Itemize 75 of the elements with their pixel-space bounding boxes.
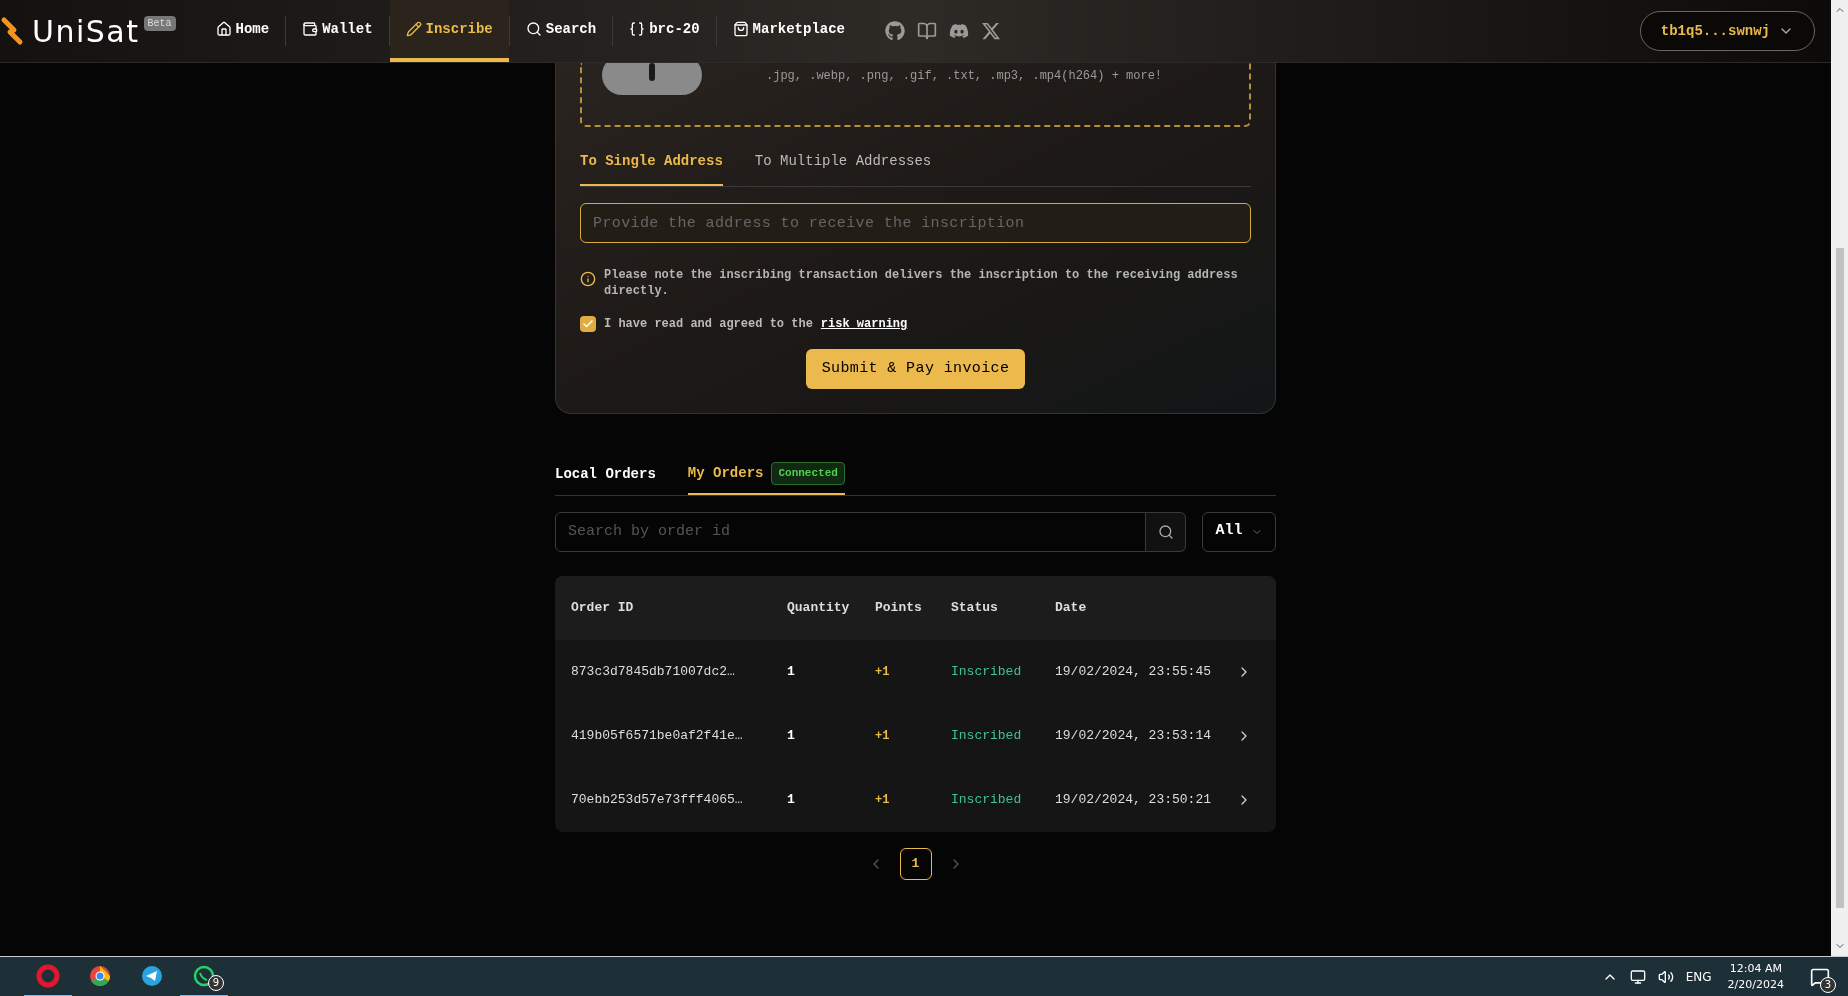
info-icon [580,271,596,287]
taskbar-app[interactable]: 9 [180,956,228,996]
notification-count: 9 [208,974,224,991]
nav-tab[interactable]: Wallet [286,0,389,62]
search-icon [525,21,542,37]
quantity-cell-text: 1 [787,790,796,809]
search-button[interactable] [1146,511,1186,552]
order-search-field[interactable]: Search by order id [555,511,1146,552]
column-header: Status [951,598,999,617]
column-header: Date [1055,598,1088,617]
status-filter-dropdown[interactable]: All [1202,511,1276,552]
order-id-cell-text: 419b05f6571be0af2f41e… [571,726,744,745]
browser-icon[interactable] [88,963,112,988]
points-cell-text: +1 [875,663,891,681]
nav-tab[interactable]: Search [509,0,613,62]
recipient-tab[interactable]: To Multiple Addresses [754,151,932,186]
orders-tab[interactable]: My Orders Connected [687,462,845,495]
order-row[interactable]: 419b05f6571be0af2f41e… 1 +1 Inscribed 19/02/2024, 23:53:14 [555,703,1276,768]
language-indicator[interactable]: ENG [1685,967,1712,986]
order-row[interactable]: 873c3d7845db71007dc2… 1 +1 Inscribed 19/02/2024, 23:55:45 [555,639,1276,704]
nav-tab[interactable]: Inscribe [389,0,509,62]
points-cell-text: +1 [875,791,891,809]
page-button[interactable]: 1 [899,847,932,880]
date-cell-text: 19/02/2024, 23:55:45 [1055,662,1213,681]
submit-button[interactable]: Submit & Pay invoice [805,349,1026,389]
date-cell-text: 19/02/2024, 23:50:21 [1055,790,1213,809]
account-button[interactable]: tb1q5...swnwj [1639,11,1815,51]
book-icon[interactable] [917,21,938,41]
column-header: Quantity [787,598,851,617]
date-cell-text: 19/02/2024, 23:53:14 [1055,726,1213,745]
search-icon [1157,523,1174,540]
nav-tab[interactable]: Marketplace [716,0,862,62]
status-cell-text: Inscribed [951,726,1023,745]
notifications-icon[interactable] [1810,966,1830,987]
clock[interactable]: 12:04 AM 2/20/2024 [1723,960,1788,993]
orders-tab[interactable]: Local Orders [555,463,656,495]
scrollbar-thumb[interactable] [1835,248,1844,908]
agreement-checkbox[interactable] [580,316,596,332]
x-icon[interactable] [981,21,1002,41]
points-cell-text: +1 [875,727,891,745]
github-icon[interactable] [885,21,906,41]
quantity-cell-text: 1 [787,726,796,745]
speaker-icon[interactable] [1657,968,1674,985]
paper-plane-icon[interactable] [140,963,164,988]
logo-text: UniSat [32,12,140,51]
address-input-field[interactable]: Provide the address to receive the inscription [580,203,1251,243]
status-cell-text: Inscribed [951,790,1023,809]
home-icon [215,21,232,37]
order-row[interactable]: 70ebb253d57e73fff4065… 1 +1 Inscribed 19/02/2024, 23:50:21 [555,767,1276,832]
recipient-tab[interactable]: To Single Address [580,151,723,186]
risk-warning-link[interactable]: risk warning [820,315,908,333]
beta-badge: Beta [143,15,176,31]
quantity-cell-text: 1 [787,662,796,681]
notification-count: 3 [1820,976,1836,993]
discord-icon[interactable] [949,21,970,41]
nav-tab[interactable]: Home [199,0,286,62]
note-text: Please note the inscribing transaction delivers the inscription to the receiving address directly. [604,267,1239,299]
supported-formats-text: .jpg, .webp, .png, .gif, .txt, .mp3, .mp4(h264) + more! [766,68,1163,85]
pencil-icon [405,21,422,37]
status-cell-text: Inscribed [951,662,1023,681]
cloud-upload-icon [602,63,702,95]
wallet-icon [302,21,319,37]
agreement-text: I have read and agreed to the [604,316,813,333]
scrollbar[interactable] [1831,0,1848,956]
connected-badge: Connected [771,462,845,485]
column-header: Order ID [571,598,635,617]
braces-icon [629,21,646,37]
column-header: Points [875,598,923,617]
monitor-icon[interactable] [1629,968,1646,985]
bag-icon [732,21,749,37]
order-id-cell-text: 70ebb253d57e73fff4065… [571,790,744,809]
order-id-cell-text: 873c3d7845db71007dc2… [571,662,736,681]
upload-dropzone[interactable]: .jpg, .webp, .png, .gif, .txt, .mp3, .mp4(h264) + more! [580,63,1251,127]
nav-tab[interactable]: brc-20 [613,0,716,62]
check-icon [582,318,594,330]
